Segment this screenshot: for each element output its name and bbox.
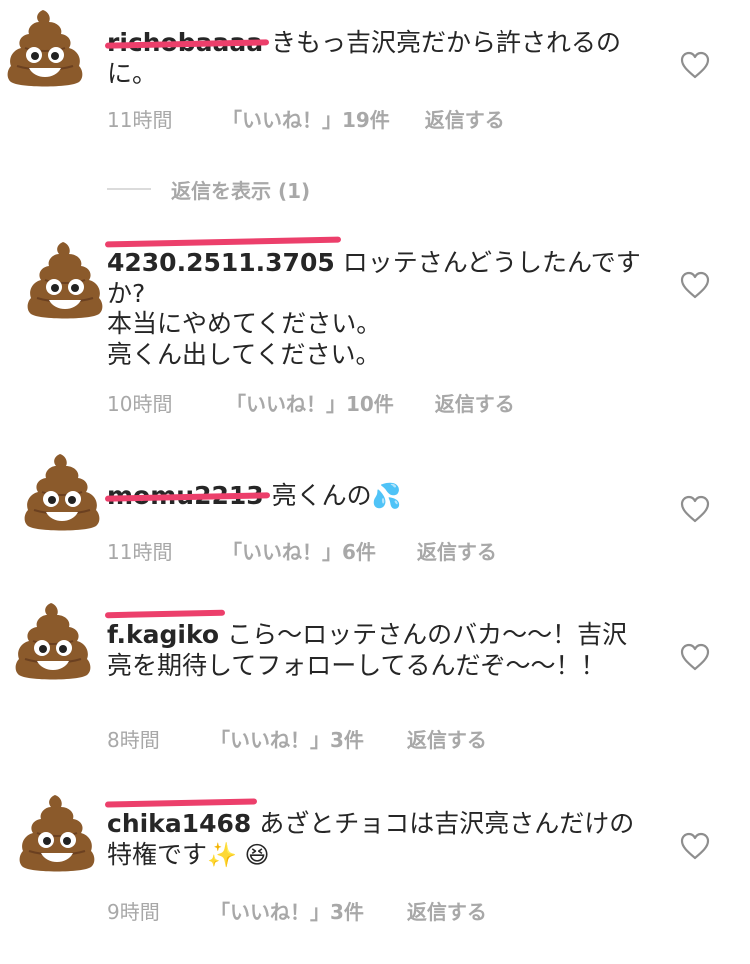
divider <box>107 188 151 190</box>
comment-meta: 8時間 「いいね！」3件 返信する <box>107 724 487 753</box>
comment-meta: 11時間 「いいね！」6件 返信する <box>107 536 497 565</box>
timestamp: 10時間 <box>107 392 173 416</box>
view-replies-label: 返信を表示 (1) <box>171 178 311 203</box>
like-heart-icon[interactable] <box>680 832 710 860</box>
username[interactable]: richobaaaa <box>104 28 270 57</box>
avatar[interactable] <box>22 452 102 532</box>
username[interactable]: chika1468 <box>104 798 258 838</box>
comment-body: 4230.2511.3705 ロッテさんどうしたんですか? 本当にやめてください… <box>104 236 642 370</box>
like-heart-icon[interactable] <box>680 51 710 79</box>
comment-body: momu2213 亮くんの💦 <box>104 481 642 512</box>
comment-body: chika1468 あざとチョコは吉沢亮さんだけの特権です✨ 😆 <box>104 798 642 870</box>
redaction-mark <box>104 236 341 248</box>
comment-body: f.kagiko こら〜ロッテさんのバカ〜〜！吉沢亮を期待してフォローしてるんだ… <box>104 609 642 681</box>
avatar[interactable] <box>5 8 85 88</box>
likes-count[interactable]: 「いいね！」3件 <box>210 896 364 925</box>
avatar[interactable] <box>13 601 93 681</box>
timestamp: 8時間 <box>107 728 160 752</box>
likes-count[interactable]: 「いいね！」6件 <box>222 536 376 565</box>
username[interactable]: 4230.2511.3705 <box>104 236 341 277</box>
comment-meta: 10時間 「いいね！」10件 返信する <box>107 388 515 417</box>
comment-meta: 9時間 「いいね！」3件 返信する <box>107 896 487 925</box>
likes-count[interactable]: 「いいね！」10件 <box>226 388 394 417</box>
redaction-mark <box>104 609 226 619</box>
reply-button[interactable]: 返信する <box>417 536 497 565</box>
comment-meta: 11時間 「いいね！」19件 返信する <box>107 104 505 133</box>
avatar[interactable] <box>25 240 105 320</box>
reply-button[interactable]: 返信する <box>407 724 487 753</box>
view-replies-button[interactable]: 返信を表示 (1) <box>107 175 310 203</box>
reply-button[interactable]: 返信する <box>407 896 487 925</box>
comment-body: richobaaaa きもっ吉沢亮だから許されるのに。 <box>104 28 642 89</box>
username[interactable]: momu2213 <box>104 481 270 510</box>
timestamp: 11時間 <box>107 108 173 132</box>
likes-count[interactable]: 「いいね！」19件 <box>222 104 390 133</box>
timestamp: 11時間 <box>107 540 173 564</box>
reply-button[interactable]: 返信する <box>435 388 515 417</box>
like-heart-icon[interactable] <box>680 271 710 299</box>
reply-button[interactable]: 返信する <box>425 104 505 133</box>
comment-text: 亮くんの <box>271 481 372 510</box>
like-heart-icon[interactable] <box>680 643 710 671</box>
like-heart-icon[interactable] <box>680 495 710 523</box>
sparkles-laughing-emoji: ✨ 😆 <box>207 840 270 869</box>
timestamp: 9時間 <box>107 900 160 924</box>
sweat-droplets-emoji: 💦 <box>371 482 402 510</box>
redaction-mark <box>104 798 258 808</box>
likes-count[interactable]: 「いいね！」3件 <box>210 724 364 753</box>
username[interactable]: f.kagiko <box>104 609 226 649</box>
avatar[interactable] <box>17 793 97 873</box>
